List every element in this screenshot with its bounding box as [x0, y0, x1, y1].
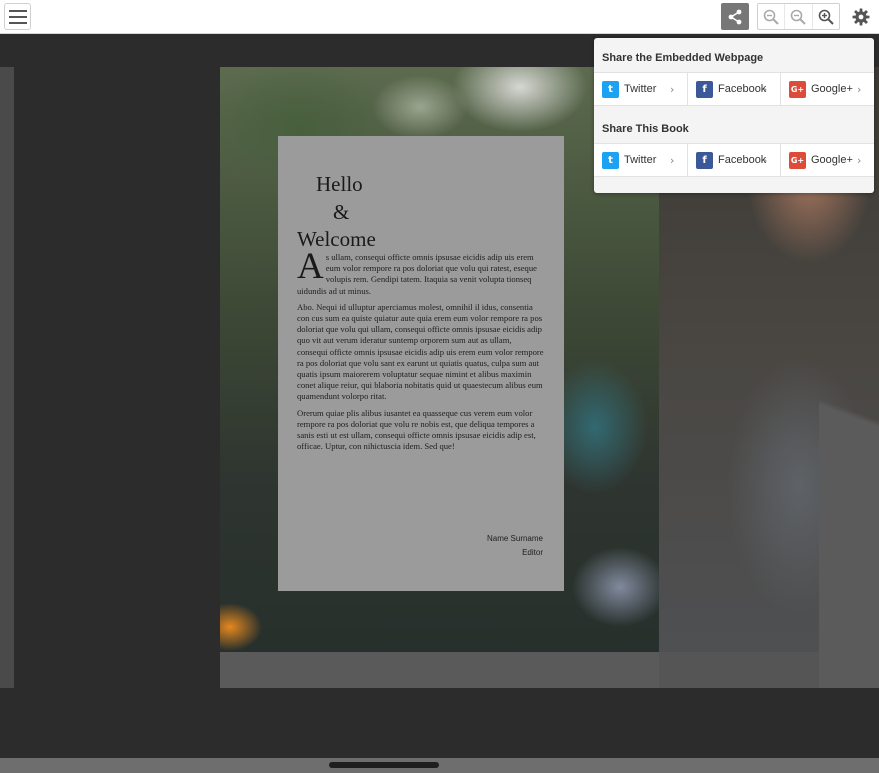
body-text: As ullam, consequi officte omnis ipsusae… — [297, 246, 544, 452]
share-button[interactable] — [721, 3, 749, 30]
greeting-hello: Hello — [316, 172, 363, 196]
share-book-facebook[interactable]: f Facebook › — [687, 144, 780, 176]
share-webpage-heading: Share the Embedded Webpage — [602, 52, 764, 64]
gear-icon — [852, 8, 870, 25]
previous-page-edge[interactable] — [0, 67, 14, 688]
share-label: Twitter — [624, 83, 657, 95]
hamburger-icon[interactable] — [4, 3, 31, 30]
chevron-right-icon: › — [670, 154, 675, 167]
share-webpage-facebook[interactable]: f Facebook › — [687, 73, 780, 105]
zoom-reset-icon — [791, 9, 807, 25]
zoom-in-icon — [818, 9, 834, 25]
chevron-right-icon: › — [763, 154, 768, 167]
paragraph-2: Abo. Nequi id ulluptur aperciamus molest… — [297, 301, 544, 402]
settings-button[interactable] — [848, 3, 874, 30]
paragraph-1: As ullam, consequi officte omnis ipsusae… — [297, 246, 544, 297]
paragraph-3: Orerum quiae plis alibus iusantet ea qua… — [297, 407, 536, 452]
paragraph-1-text: s ullam, consequi officte omnis ipsusae … — [297, 252, 537, 296]
share-popover: Share the Embedded Webpage t Twitter › f… — [594, 38, 874, 193]
chevron-right-icon: › — [857, 154, 862, 167]
share-label: Facebook — [718, 154, 767, 166]
chevron-right-icon: › — [857, 83, 862, 96]
share-webpage-google-plus[interactable]: G+ Google+ › — [780, 73, 874, 105]
drop-cap: A — [297, 246, 324, 287]
page-footer-strip — [220, 652, 659, 688]
greeting-ampersand: & — [333, 200, 350, 224]
welcome-text-panel: Hello & Welcome As ullam, consequi offic… — [278, 136, 564, 591]
share-book-google-plus[interactable]: G+ Google+ › — [780, 144, 874, 176]
zoom-in-button[interactable] — [811, 4, 839, 29]
facebook-icon: f — [696, 80, 713, 98]
google-plus-icon: G+ — [789, 151, 806, 169]
share-label: Twitter — [624, 154, 657, 166]
share-webpage-twitter[interactable]: t Twitter › — [594, 73, 687, 105]
share-label: Google+ — [811, 83, 853, 95]
signature-name: Name Surname — [486, 534, 543, 543]
twitter-icon: t — [602, 151, 619, 169]
signature-role: Editor — [522, 548, 543, 557]
google-plus-icon: G+ — [789, 80, 806, 98]
zoom-controls — [757, 3, 840, 30]
share-label: Google+ — [811, 154, 853, 166]
zoom-out-icon — [763, 9, 779, 25]
share-book-twitter[interactable]: t Twitter › — [594, 144, 687, 176]
top-toolbar — [0, 0, 879, 34]
twitter-icon: t — [602, 80, 619, 98]
zoom-reset-button[interactable] — [784, 4, 811, 29]
page-scrollbar-thumb[interactable] — [329, 762, 439, 768]
share-webpage-row: t Twitter › f Facebook › G+ Google+ › — [594, 72, 874, 106]
share-icon — [728, 9, 742, 24]
chevron-right-icon: › — [670, 83, 675, 96]
share-label: Facebook — [718, 83, 767, 95]
facebook-icon: f — [696, 151, 713, 169]
chevron-right-icon: › — [763, 83, 768, 96]
zoom-out-button[interactable] — [758, 4, 784, 29]
share-book-row: t Twitter › f Facebook › G+ Google+ › — [594, 143, 874, 177]
page-scrollbar-track[interactable] — [0, 758, 879, 773]
share-book-heading: Share This Book — [602, 123, 689, 135]
